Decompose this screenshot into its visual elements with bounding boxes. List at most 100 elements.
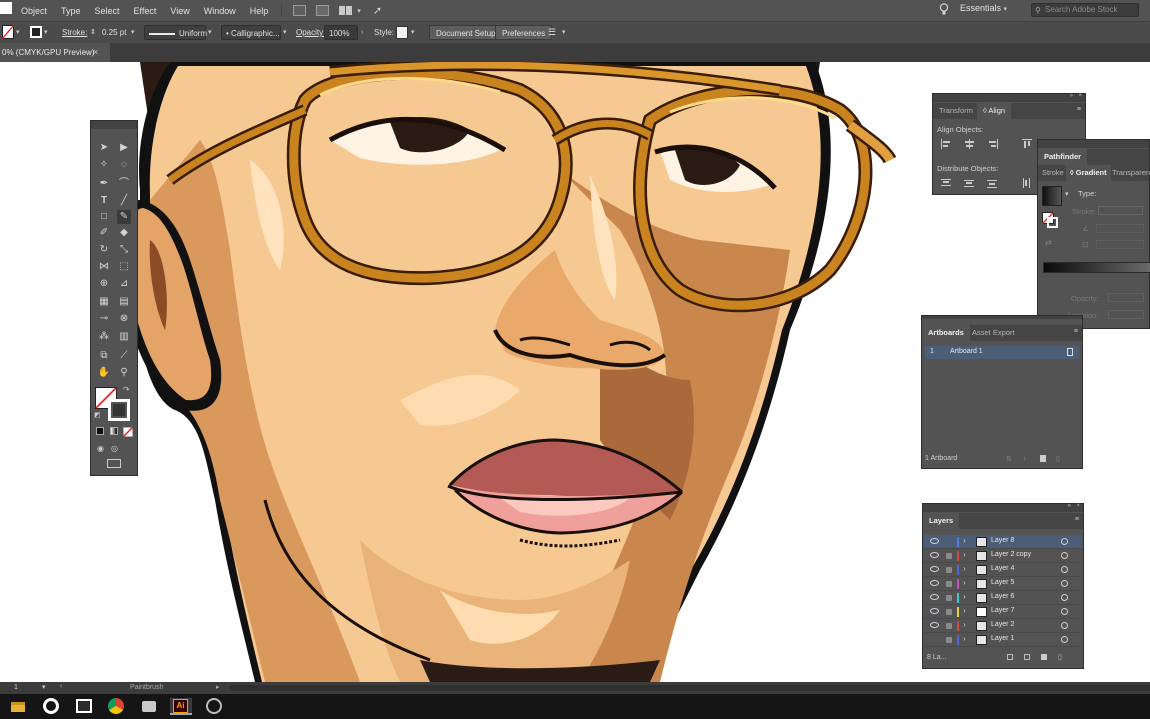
artboard-row[interactable]: 1 Artboard 1 xyxy=(925,346,1079,359)
tab-asset-export[interactable]: Asset Export xyxy=(966,325,1021,341)
menu-help[interactable]: Help xyxy=(243,6,276,16)
tab-artboards[interactable]: Artboards xyxy=(922,325,970,341)
eye-icon[interactable] xyxy=(930,552,939,558)
close-panel-icon[interactable]: × xyxy=(1076,503,1080,509)
collapse-icon[interactable]: » xyxy=(1070,93,1073,99)
lock-icon[interactable] xyxy=(946,623,952,629)
expand-icon[interactable]: › xyxy=(963,606,966,615)
close-icon[interactable]: × xyxy=(93,43,98,62)
paintbrush-tool-icon[interactable]: ✎ xyxy=(117,210,131,224)
graphic-style-swatch[interactable] xyxy=(396,26,408,39)
magic-wand-tool-icon[interactable]: ✧ xyxy=(97,158,111,172)
layer-name[interactable]: Layer 1 xyxy=(991,635,1014,642)
reverse-gradient-icon[interactable]: ⇄ xyxy=(1045,238,1052,247)
stroke-color-swatch[interactable] xyxy=(30,26,42,38)
panel-menu-icon[interactable]: ≡ xyxy=(1077,106,1081,113)
color-mode-icon[interactable] xyxy=(96,427,104,435)
no-fill-swatch[interactable] xyxy=(0,2,12,14)
pen-tool-icon[interactable]: ✒ xyxy=(97,177,111,191)
layer-row[interactable]: › Layer 2 xyxy=(924,619,1082,633)
gpu-rocket-icon[interactable]: ➚ xyxy=(373,4,382,17)
settings-icon[interactable] xyxy=(205,698,223,715)
illustrator-icon[interactable]: Ai xyxy=(170,698,192,715)
layer-row[interactable]: › Layer 8 xyxy=(924,535,1082,549)
tab-stroke[interactable]: Stroke xyxy=(1038,165,1068,181)
lock-icon[interactable] xyxy=(946,637,952,643)
target-icon[interactable] xyxy=(1061,636,1068,643)
create-sublayer-icon[interactable] xyxy=(1024,654,1030,660)
distribute-top-icon[interactable] xyxy=(941,178,952,188)
gradient-panel-grip[interactable] xyxy=(1038,140,1149,148)
stroke-stepper[interactable]: ⇕ xyxy=(90,25,96,40)
menu-view[interactable]: View xyxy=(163,6,196,16)
layer-row[interactable]: › Layer 5 xyxy=(924,577,1082,591)
lock-icon[interactable] xyxy=(946,581,952,587)
opacity-field[interactable]: 100% xyxy=(324,25,358,40)
eye-icon[interactable] xyxy=(930,594,939,600)
move-down-icon[interactable]: ↓ xyxy=(1023,455,1027,462)
aspect-ratio-icon[interactable]: ⊡ xyxy=(1082,240,1089,249)
zoom-tool-icon[interactable]: ⚲ xyxy=(117,366,131,380)
column-graph-tool-icon[interactable]: ▥ xyxy=(117,330,131,344)
expand-icon[interactable]: › xyxy=(963,592,966,601)
eye-icon[interactable] xyxy=(930,580,939,586)
zoom-caret[interactable]: ▾ xyxy=(42,683,46,691)
gradient-opacity-field[interactable] xyxy=(1108,293,1144,302)
align-left-icon[interactable] xyxy=(941,139,952,149)
layer-row[interactable]: › Layer 7 xyxy=(924,605,1082,619)
layer-row[interactable]: › Layer 6 xyxy=(924,591,1082,605)
tab-gradient[interactable]: ◊ Gradient xyxy=(1066,165,1111,181)
align-options-caret[interactable]: ▾ xyxy=(562,25,566,40)
none-mode-icon[interactable] xyxy=(123,427,133,437)
layer-name[interactable]: Layer 2 xyxy=(991,621,1014,628)
target-icon[interactable] xyxy=(1061,552,1068,559)
document-tab[interactable]: 0% (CMYK/GPU Preview) × xyxy=(0,43,110,62)
stroke-color-caret[interactable]: ▾ xyxy=(44,25,48,40)
panel-menu-icon[interactable]: ≡ xyxy=(1075,516,1079,523)
align-top-icon[interactable] xyxy=(1022,139,1033,149)
opacity-label[interactable]: Opacity: xyxy=(296,25,325,40)
tab-transparency[interactable]: Transparen xyxy=(1108,165,1150,181)
shaper-tool-icon[interactable]: ✐ xyxy=(97,226,111,240)
draw-mode-icon[interactable]: ◉ xyxy=(97,444,104,453)
type-tool-icon[interactable]: T xyxy=(97,194,111,208)
preferences-button[interactable]: Preferences xyxy=(495,25,553,40)
perspective-grid-tool-icon[interactable]: ⊿ xyxy=(117,277,131,291)
expand-icon[interactable]: › xyxy=(963,634,966,643)
direct-selection-tool-icon[interactable]: ▶ xyxy=(117,141,131,155)
artboards-panel-grip[interactable] xyxy=(922,316,1082,319)
gradient-slider[interactable] xyxy=(1043,262,1150,273)
tools-panel-grip[interactable] xyxy=(91,121,137,129)
workspace-switcher[interactable]: Essentials ▾ xyxy=(960,3,1007,13)
target-icon[interactable] xyxy=(1061,608,1068,615)
tab-transform[interactable]: Transform xyxy=(933,103,979,119)
document-setup-button[interactable]: Document Setup xyxy=(429,25,503,40)
align-right-icon[interactable] xyxy=(987,139,998,149)
menu-effect[interactable]: Effect xyxy=(127,6,164,16)
arrange-caret[interactable]: ▾ xyxy=(357,7,361,15)
distribute-left-icon[interactable] xyxy=(1022,178,1033,188)
delete-artboard-icon[interactable]: ▯ xyxy=(1056,455,1060,463)
free-transform-tool-icon[interactable]: ⬚ xyxy=(117,260,131,274)
layers-panel-grip[interactable]: » × xyxy=(923,503,1083,512)
collapse-icon[interactable]: » xyxy=(1068,503,1071,509)
eye-icon[interactable] xyxy=(930,622,939,628)
layer-row[interactable]: › Layer 1 xyxy=(924,633,1082,647)
expand-icon[interactable]: › xyxy=(963,536,966,545)
eraser-tool-icon[interactable]: ◆ xyxy=(117,226,131,240)
align-horizontal-center-icon[interactable] xyxy=(964,139,975,149)
stroke-weight-caret[interactable]: ▾ xyxy=(131,25,135,40)
bridge-icon[interactable] xyxy=(293,5,307,16)
tab-layers[interactable]: Layers xyxy=(923,513,960,529)
stroke-gradient-options[interactable] xyxy=(1098,206,1143,215)
line-tool-icon[interactable]: ╱ xyxy=(117,194,131,208)
tab-pathfinder[interactable]: Pathfinder xyxy=(1038,149,1088,165)
aspect-ratio-field[interactable] xyxy=(1096,240,1144,249)
fill-stroke-indicator[interactable] xyxy=(1042,212,1058,228)
cortana-icon[interactable] xyxy=(42,698,60,715)
lasso-tool-icon[interactable]: ◌ xyxy=(117,158,131,172)
opacity-caret[interactable]: › xyxy=(361,25,363,40)
target-icon[interactable] xyxy=(1061,580,1068,587)
brush-definition[interactable]: • Calligraphic... xyxy=(221,25,281,40)
stroke-weight-field[interactable]: 0.25 pt xyxy=(98,25,128,40)
